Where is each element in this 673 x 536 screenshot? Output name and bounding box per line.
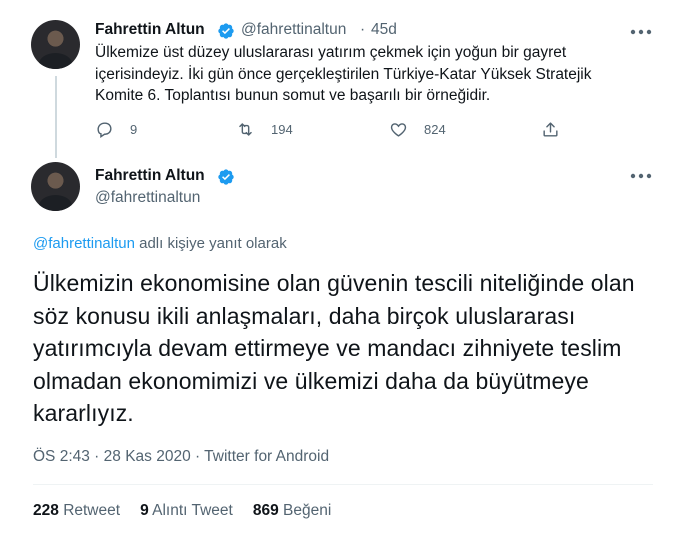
retweets-stat[interactable]: 228 Retweet xyxy=(33,502,120,519)
quotes-number: 9 xyxy=(140,502,149,519)
retweet-icon xyxy=(239,123,252,136)
retweets-label: Retweet xyxy=(63,502,121,519)
author-name[interactable]: Fahrettin Altun xyxy=(95,21,205,39)
like-button[interactable]: 824 xyxy=(389,120,446,139)
reply-button[interactable]: 9 xyxy=(95,120,137,139)
retweet-count: 194 xyxy=(271,122,293,137)
tweet-time[interactable]: 45d xyxy=(371,21,397,39)
author-name[interactable]: Fahrettin Altun xyxy=(95,167,205,185)
share-button[interactable] xyxy=(541,120,560,139)
author-handle[interactable]: @fahrettinaltun xyxy=(241,21,346,39)
divider xyxy=(33,484,653,485)
quotes-label: Alıntı Tweet xyxy=(152,502,233,519)
tweet-meta[interactable]: ÖS 2:43 · 28 Kas 2020 · Twitter for Andr… xyxy=(33,448,329,466)
reply-icon xyxy=(97,122,112,138)
separator-dot: · xyxy=(360,21,366,38)
more-options-icon[interactable] xyxy=(630,171,652,181)
retweets-number: 228 xyxy=(33,502,59,519)
author-handle[interactable]: @fahrettinaltun xyxy=(95,189,200,207)
likes-stat[interactable]: 869 Beğeni xyxy=(253,502,331,519)
tweet-stats: 228 Retweet 9 Alıntı Tweet 869 Beğeni xyxy=(33,502,351,520)
tweet-text: Ülkemizin ekonomisine olan güvenin tesci… xyxy=(33,270,635,426)
share-icon xyxy=(543,122,558,137)
reply-suffix: adlı kişiye yanıt olarak xyxy=(134,235,287,252)
tweet-text: Ülkemize üst düzey uluslararası yatırım … xyxy=(95,44,592,104)
retweet-button[interactable]: 194 xyxy=(236,120,293,139)
avatar[interactable] xyxy=(31,162,80,211)
heart-icon xyxy=(390,123,407,137)
thread-connector-line xyxy=(55,76,57,158)
likes-number: 869 xyxy=(252,502,279,519)
avatar[interactable] xyxy=(31,20,80,69)
more-options-icon[interactable] xyxy=(630,27,652,37)
reply-count: 9 xyxy=(130,122,138,137)
verified-badge-icon xyxy=(218,23,234,39)
reply-mention-link[interactable]: @fahrettinaltun xyxy=(33,235,135,252)
quotes-stat[interactable]: 9 Alıntı Tweet xyxy=(140,502,233,519)
likes-label: Beğeni xyxy=(283,502,332,519)
replying-to: @fahrettinaltun adlı kişiye yanıt olarak xyxy=(33,235,287,252)
like-count: 824 xyxy=(424,122,446,137)
verified-badge-icon xyxy=(218,169,234,185)
